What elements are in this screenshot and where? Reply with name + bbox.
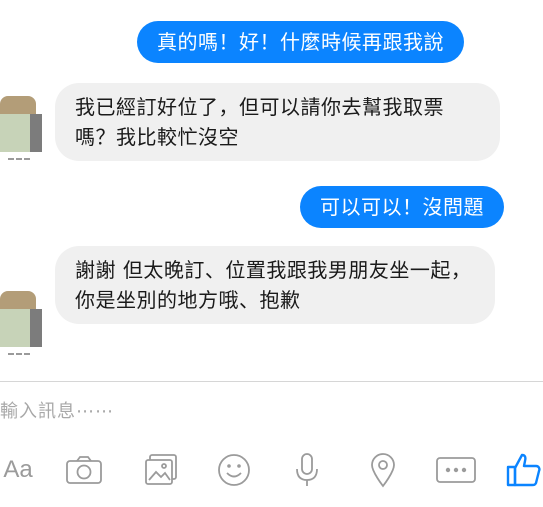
message-input[interactable]: 輸入訊息⋯⋯ bbox=[0, 397, 114, 423]
incoming-message: 我已經訂好位了，但可以請你去幫我取票嗎？我比較忙沒空 bbox=[55, 83, 500, 161]
gallery-icon[interactable] bbox=[141, 452, 181, 488]
outgoing-message: 可以可以！沒問題 bbox=[300, 186, 504, 228]
microphone-icon[interactable] bbox=[292, 452, 322, 488]
emoji-icon[interactable] bbox=[215, 452, 253, 488]
location-icon[interactable] bbox=[366, 452, 400, 488]
avatar[interactable] bbox=[0, 291, 42, 355]
camera-icon[interactable] bbox=[64, 452, 104, 488]
avatar[interactable] bbox=[0, 96, 42, 160]
font-button[interactable]: Aa bbox=[0, 452, 36, 488]
outgoing-message: 真的嗎！好！什麼時候再跟我說 bbox=[137, 21, 464, 63]
incoming-message: 謝謝 但太晚訂、位置我跟我男朋友坐一起，你是坐別的地方哦、抱歉 bbox=[55, 246, 495, 324]
composer-divider bbox=[0, 381, 543, 382]
more-icon[interactable] bbox=[434, 452, 478, 488]
thumbs-up-icon[interactable] bbox=[506, 452, 542, 488]
